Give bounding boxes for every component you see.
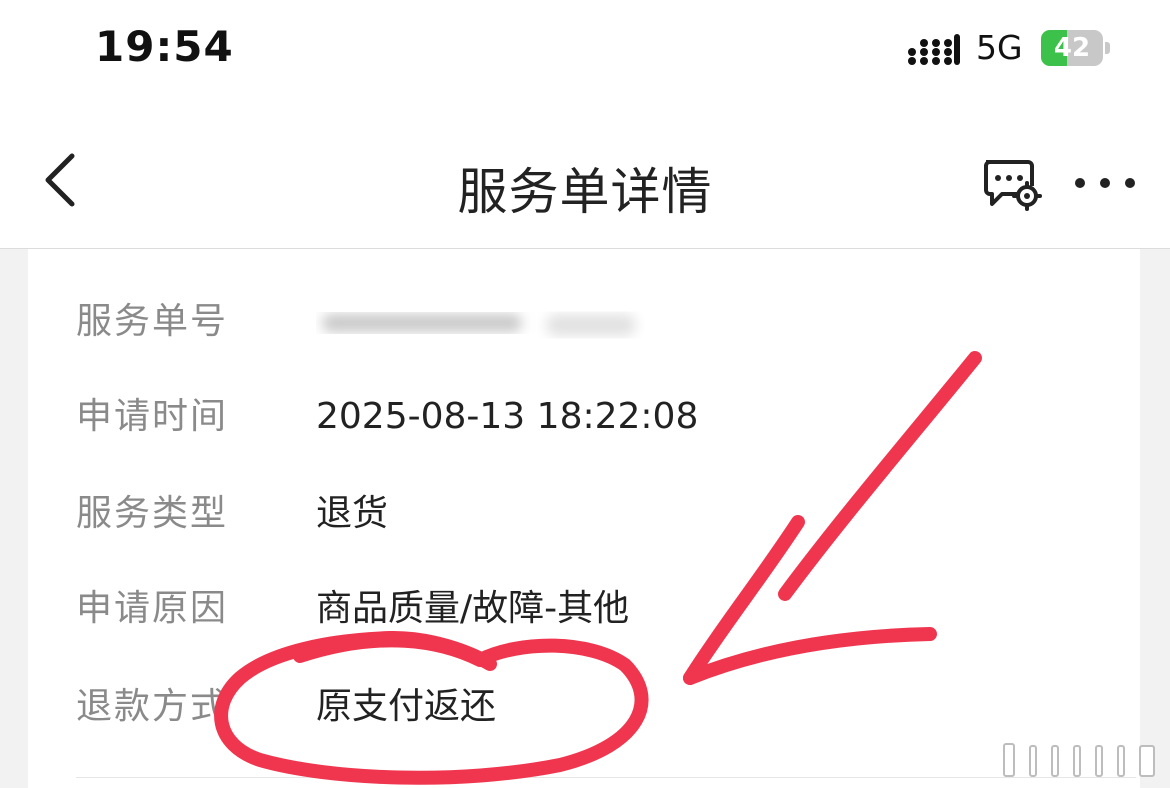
apply-time-label: 申请时间	[76, 396, 229, 437]
service-type-row: 服务类型 退货	[28, 484, 1140, 544]
order-number-row: 服务单号	[28, 292, 1140, 352]
blurred-order-number	[322, 314, 636, 336]
divider	[76, 777, 1136, 778]
battery-charging-icon: 42	[1041, 30, 1111, 66]
battery-level-text: 42	[1053, 33, 1091, 63]
service-type-label: 服务类型	[76, 493, 229, 534]
refund-method-value: 原支付返还	[316, 686, 497, 727]
network-type: 5G	[976, 28, 1023, 67]
nav-bar: 服务单详情	[0, 110, 1170, 249]
chat-settings-icon[interactable]	[980, 156, 1042, 212]
order-number-label: 服务单号	[76, 301, 229, 342]
reason-value: 商品质量/故障-其他	[316, 588, 630, 629]
apply-time-row: 申请时间 2025-08-13 18:22:08	[28, 387, 1140, 447]
reason-row: 申请原因 商品质量/故障-其他	[28, 579, 1140, 639]
service-type-value: 退货	[316, 493, 389, 534]
refund-method-label: 退款方式	[76, 686, 229, 727]
status-time: 19:54	[95, 22, 234, 71]
apply-time-value: 2025-08-13 18:22:08	[316, 396, 699, 437]
reason-label: 申请原因	[76, 588, 229, 629]
signal-bars-icon	[908, 34, 960, 65]
service-detail-card: 服务单号 申请时间 2025-08-13 18:22:08 服务类型 退货 申请…	[28, 249, 1140, 788]
more-dots-icon[interactable]	[1070, 168, 1140, 198]
status-bar: 19:54 5G 42	[0, 0, 1170, 110]
watermark-logo	[1003, 743, 1155, 777]
refund-method-row: 退款方式 原支付返还	[28, 677, 1140, 737]
